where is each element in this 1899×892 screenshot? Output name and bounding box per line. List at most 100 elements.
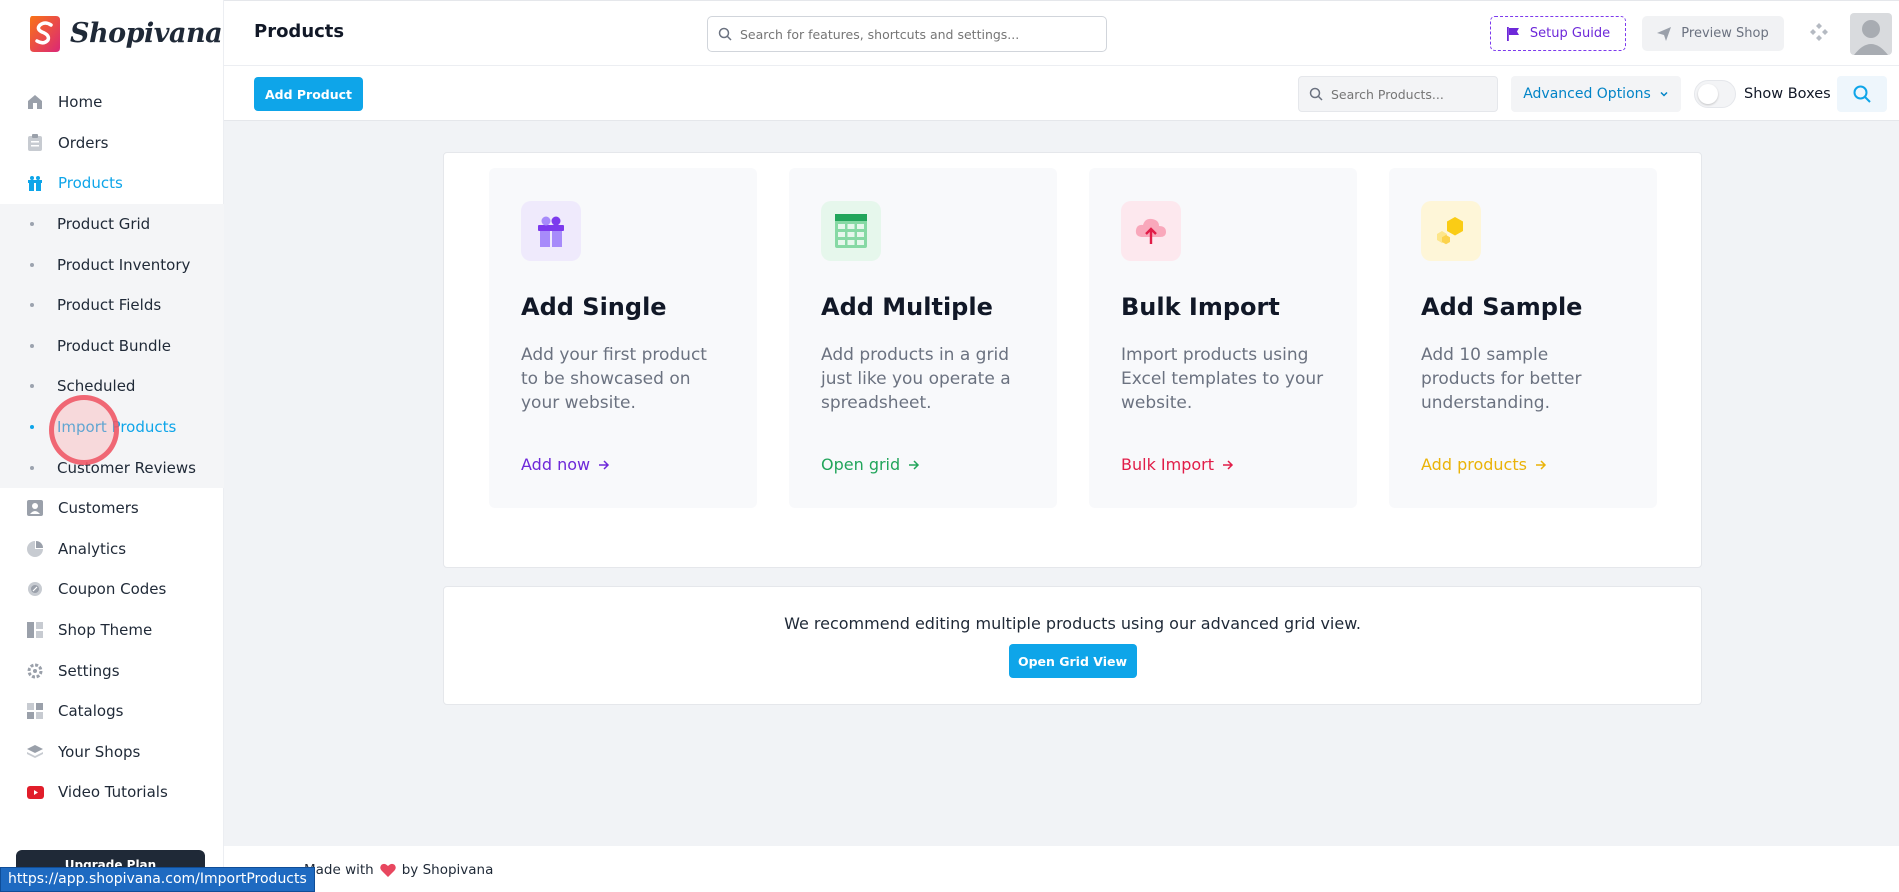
sidebar-item-your-shops[interactable]: Your Shops	[0, 732, 224, 773]
card-title: Bulk Import	[1121, 293, 1280, 321]
sidebar-subitem-label: Import Products	[57, 418, 177, 437]
card-description: Add products in a grid just like you ope…	[821, 345, 1011, 413]
sidebar-item-video-tutorials[interactable]: Video Tutorials	[0, 772, 224, 813]
bullet-icon	[30, 384, 34, 389]
setup-guide-label: Setup Guide	[1529, 26, 1611, 41]
sidebar-item-label: Customers	[58, 499, 139, 518]
sidebar-item-catalogs[interactable]: Catalogs	[0, 691, 224, 732]
bullet-icon	[30, 425, 34, 430]
search-icon	[1853, 85, 1871, 103]
sidebar-item-label: Catalogs	[58, 702, 124, 721]
sidebar-item-settings[interactable]: Settings	[0, 650, 224, 691]
footer: Made with by Shopivana	[224, 846, 1899, 892]
add-sample-card[interactable]: Add Sample Add 10 sample products for be…	[1389, 168, 1657, 508]
user-avatar-icon	[1854, 20, 1888, 55]
search-icon	[718, 27, 732, 41]
gear-icon	[26, 662, 44, 680]
add-multiple-card[interactable]: Add Multiple Add products in a grid just…	[789, 168, 1057, 508]
sidebar-subitem-import-products[interactable]: Import Products	[0, 407, 224, 448]
add-single-card[interactable]: Add Single Add your first product to be …	[489, 168, 757, 508]
sidebar-item-products[interactable]: Products	[0, 163, 224, 204]
sidebar-subitem-label: Customer Reviews	[57, 458, 196, 477]
show-boxes-toggle[interactable]	[1694, 80, 1736, 108]
sidebar-subitem-customer-reviews[interactable]: Customer Reviews	[0, 447, 224, 488]
grid-recommendation-panel: We recommend editing multiple products u…	[443, 586, 1702, 705]
brand-logo[interactable]: Shopivana	[26, 12, 223, 54]
cloud-upload-icon	[1121, 201, 1181, 261]
logo-icon	[30, 16, 60, 52]
sidebar-subitem-product-bundle[interactable]: Product Bundle	[0, 326, 224, 367]
sidebar-item-label: Your Shops	[58, 742, 141, 761]
sidebar-item-coupon-codes[interactable]: Coupon Codes	[0, 569, 224, 610]
heart-icon	[379, 863, 396, 877]
sidebar-subitem-label: Product Inventory	[57, 255, 191, 274]
spreadsheet-icon	[821, 201, 881, 261]
global-search[interactable]	[707, 16, 1107, 52]
advanced-options-dropdown[interactable]: Advanced Options	[1511, 76, 1681, 112]
sidebar-item-analytics[interactable]: Analytics	[0, 529, 224, 570]
add-products-panel: Add Single Add your first product to be …	[443, 152, 1702, 568]
card-link-label: Add now	[521, 455, 591, 474]
card-title: Add Single	[521, 293, 667, 321]
status-bar-url: https://app.shopivana.com/ImportProducts	[0, 867, 315, 892]
apps-icon[interactable]	[1810, 23, 1828, 41]
sidebar: Shopivana Home Orders Products Product G…	[0, 0, 224, 892]
open-grid-view-button[interactable]: Open Grid View	[1008, 644, 1137, 678]
gift-icon	[521, 201, 581, 261]
products-submenu: Product Grid Product Inventory Product F…	[0, 203, 224, 488]
page-title: Products	[254, 21, 345, 42]
global-search-input[interactable]	[740, 26, 1080, 42]
card-description: Import products using Excel templates to…	[1121, 345, 1324, 413]
sidebar-nav: Home Orders Products Product Grid Produc…	[0, 82, 224, 813]
search-button[interactable]	[1837, 76, 1887, 112]
sidebar-item-label: Settings	[58, 661, 120, 680]
top-header: Products Setup Guide Preview Shop	[224, 0, 1899, 66]
sidebar-item-shop-theme[interactable]: Shop Theme	[0, 610, 224, 651]
avatar[interactable]	[1850, 13, 1892, 55]
arrow-right-icon	[1535, 459, 1546, 470]
sidebar-item-label: Shop Theme	[58, 621, 153, 640]
sidebar-subitem-label: Scheduled	[57, 377, 136, 396]
sidebar-item-label: Home	[58, 93, 103, 112]
youtube-icon	[26, 783, 44, 801]
open-grid-link[interactable]: Open grid	[821, 455, 920, 474]
bullet-icon	[30, 465, 34, 470]
add-products-link[interactable]: Add products	[1421, 455, 1547, 474]
sidebar-item-label: Products	[58, 174, 123, 193]
sidebar-item-customers[interactable]: Customers	[0, 488, 224, 529]
sidebar-subitem-product-grid[interactable]: Product Grid	[0, 204, 224, 245]
card-title: Add Sample	[1421, 293, 1583, 321]
sidebar-subitem-product-fields[interactable]: Product Fields	[0, 285, 224, 326]
chevron-down-icon	[1660, 91, 1668, 97]
card-link-label: Open grid	[821, 455, 901, 474]
sidebar-subitem-label: Product Bundle	[57, 336, 171, 355]
sidebar-subitem-label: Product Grid	[57, 215, 151, 234]
setup-guide-button[interactable]: Setup Guide	[1490, 16, 1626, 51]
made-with-credit: Made with by Shopivana	[304, 862, 493, 878]
sidebar-item-orders[interactable]: Orders	[0, 123, 224, 164]
sidebar-subitem-scheduled[interactable]: Scheduled	[0, 366, 224, 407]
preview-shop-button[interactable]: Preview Shop	[1642, 16, 1784, 51]
sidebar-subitem-product-inventory[interactable]: Product Inventory	[0, 244, 224, 285]
sidebar-item-label: Video Tutorials	[58, 783, 168, 802]
user-card-icon	[26, 499, 44, 517]
product-search[interactable]	[1298, 76, 1498, 112]
arrow-right-icon	[599, 459, 610, 470]
flag-icon	[1506, 26, 1519, 41]
add-now-link[interactable]: Add now	[521, 455, 610, 474]
add-product-button[interactable]: Add Product	[254, 77, 363, 111]
arrow-right-icon	[909, 459, 920, 470]
sidebar-item-home[interactable]: Home	[0, 82, 224, 123]
bulk-import-link[interactable]: Bulk Import	[1121, 455, 1234, 474]
bulk-import-card[interactable]: Bulk Import Import products using Excel …	[1089, 168, 1357, 508]
card-link-label: Add products	[1421, 455, 1527, 474]
layers-icon	[26, 743, 44, 761]
card-title: Add Multiple	[821, 293, 993, 321]
card-description: Add your first product to be showcased o…	[521, 345, 707, 413]
brand-name: Shopivana	[70, 17, 223, 49]
product-search-input[interactable]	[1331, 86, 1491, 102]
sidebar-item-label: Analytics	[58, 539, 127, 558]
sidebar-subitem-label: Product Fields	[57, 296, 162, 315]
badge-icon	[26, 580, 44, 598]
bullet-icon	[30, 222, 34, 227]
